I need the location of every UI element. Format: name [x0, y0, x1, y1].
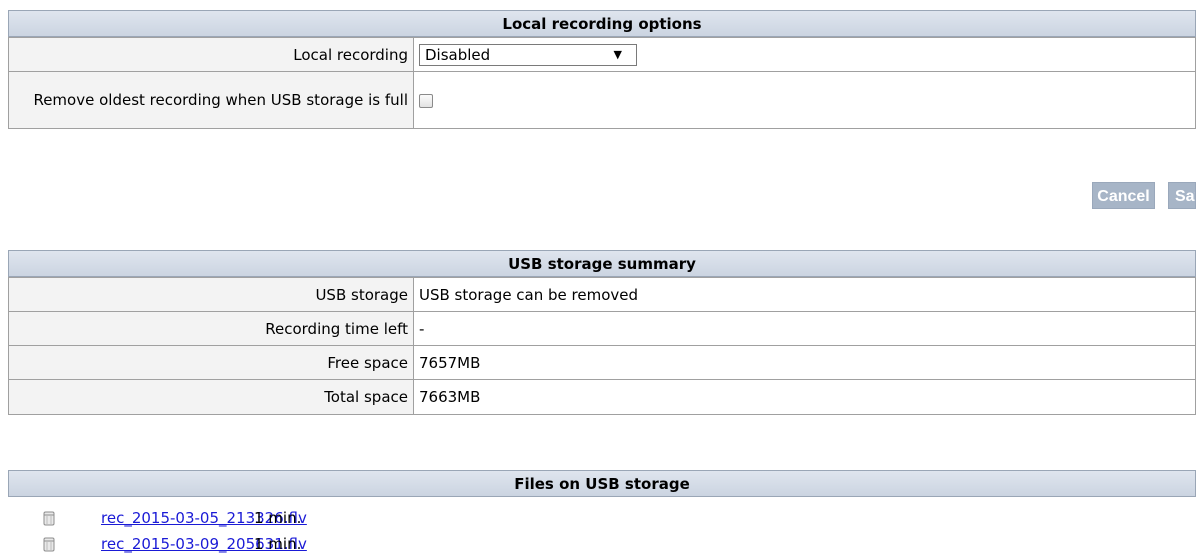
local-recording-select-value: Disabled — [425, 45, 491, 64]
remove-oldest-cell — [413, 71, 1196, 129]
cancel-button[interactable]: Cancel — [1092, 182, 1155, 209]
local-recording-section: Local recording options Local recording … — [8, 10, 1196, 129]
total-space-value: 7663MB — [413, 379, 1196, 415]
usb-summary-header: USB storage summary — [8, 250, 1196, 277]
recording-time-left-value: - — [413, 311, 1196, 346]
local-recording-header: Local recording options — [8, 10, 1196, 37]
chevron-down-icon: ▼ — [613, 47, 622, 61]
usb-storage-value: USB storage can be removed — [413, 277, 1196, 312]
recording-time-left-label: Recording time left — [8, 311, 414, 346]
free-space-label: Free space — [8, 345, 414, 380]
remove-oldest-label: Remove oldest recording when USB storage… — [8, 71, 414, 129]
usb-summary-section: USB storage summary USB storage USB stor… — [8, 250, 1196, 415]
file-duration: 1 min. — [254, 509, 302, 527]
save-button[interactable]: Save — [1168, 182, 1196, 209]
table-row: Recording time left - — [8, 311, 1196, 346]
files-section: Files on USB storage — [8, 470, 1196, 497]
local-recording-cell: Disabled ▼ — [413, 37, 1196, 72]
local-recording-row: Local recording Disabled ▼ — [8, 37, 1196, 72]
usb-summary-table: USB storage USB storage can be removed R… — [8, 277, 1196, 415]
usb-file-icon — [43, 511, 55, 526]
table-row: USB storage USB storage can be removed — [8, 277, 1196, 312]
list-item: rec_2015-03-09_205631.flv 1 min. — [8, 534, 608, 555]
total-space-label: Total space — [8, 379, 414, 415]
list-item: rec_2015-03-05_213326.flv 1 min. — [8, 508, 608, 529]
table-row: Free space 7657MB — [8, 345, 1196, 380]
usb-file-icon — [43, 537, 55, 552]
local-recording-label: Local recording — [8, 37, 414, 72]
local-recording-table: Local recording Disabled ▼ Remove oldest… — [8, 37, 1196, 129]
remove-oldest-checkbox[interactable] — [419, 93, 433, 108]
files-header: Files on USB storage — [8, 470, 1196, 497]
free-space-value: 7657MB — [413, 345, 1196, 380]
table-row: Total space 7663MB — [8, 379, 1196, 415]
usb-storage-label: USB storage — [8, 277, 414, 312]
file-duration: 1 min. — [254, 535, 302, 553]
remove-oldest-row: Remove oldest recording when USB storage… — [8, 71, 1196, 129]
local-recording-select[interactable]: Disabled ▼ — [419, 43, 637, 66]
